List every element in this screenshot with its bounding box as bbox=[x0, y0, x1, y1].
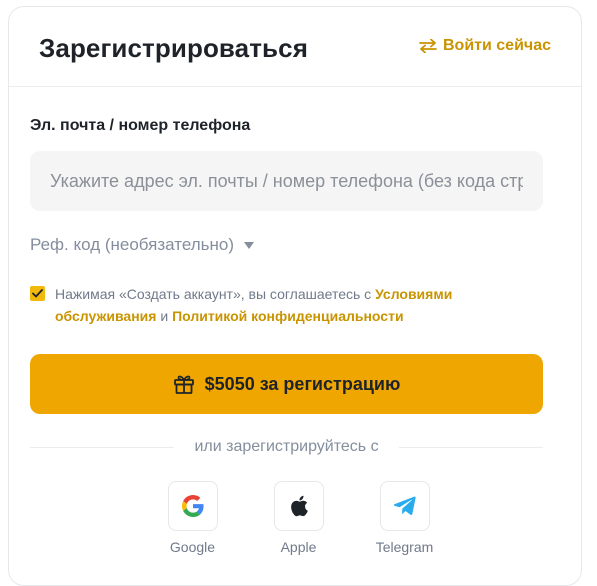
apple-icon bbox=[290, 495, 308, 517]
apple-label: Apple bbox=[280, 539, 317, 555]
telegram-label: Telegram bbox=[375, 539, 434, 555]
telegram-signup[interactable]: Telegram bbox=[352, 481, 458, 555]
terms-consent: Нажимая «Создать аккаунт», вы соглашаете… bbox=[30, 283, 543, 327]
checkmark-icon bbox=[32, 289, 43, 298]
google-icon bbox=[181, 495, 204, 517]
divider-line-right bbox=[398, 446, 544, 448]
telegram-icon bbox=[393, 496, 416, 515]
google-signup[interactable]: Google bbox=[140, 481, 246, 555]
divider-text: или зарегистрируйтесь с bbox=[194, 438, 379, 455]
terms-checkbox[interactable] bbox=[30, 286, 45, 301]
email-phone-label: Эл. почта / номер телефона bbox=[30, 117, 251, 134]
create-account-label: $5050 за регистрацию bbox=[204, 373, 401, 394]
caret-down-icon bbox=[244, 241, 254, 249]
header: Зарегистрироваться Войти сейчас bbox=[9, 7, 581, 87]
page-title: Зарегистрироваться bbox=[39, 33, 308, 63]
swap-arrows-icon bbox=[419, 39, 437, 53]
login-link-label: Войти сейчас bbox=[443, 37, 551, 54]
google-label: Google bbox=[169, 539, 216, 555]
telegram-signup-button[interactable] bbox=[379, 481, 430, 531]
social-divider: или зарегистрируйтесь с bbox=[30, 438, 544, 456]
consent-text: Нажимая «Создать аккаунт», вы соглашаете… bbox=[55, 283, 543, 327]
referral-code-label: Реф. код (необязательно) bbox=[30, 235, 234, 254]
email-phone-field[interactable] bbox=[30, 151, 543, 211]
social-signup-list: Google Apple Telegram bbox=[0, 481, 597, 555]
email-phone-input[interactable] bbox=[30, 151, 543, 211]
google-signup-button[interactable] bbox=[167, 481, 218, 531]
referral-code-toggle[interactable]: Реф. код (необязательно) bbox=[30, 235, 254, 255]
apple-signup[interactable]: Apple bbox=[246, 481, 352, 555]
consent-prefix: Нажимая «Создать аккаунт», вы соглашаете… bbox=[55, 286, 376, 302]
privacy-policy-link[interactable]: Политикой конфиденциальности bbox=[172, 308, 404, 324]
divider-line-left bbox=[30, 446, 175, 448]
login-now-link[interactable]: Войти сейчас bbox=[419, 37, 551, 55]
consent-conjunction: и bbox=[156, 308, 173, 324]
create-account-button[interactable]: $5050 за регистрацию bbox=[30, 354, 543, 414]
gift-icon bbox=[173, 375, 194, 394]
apple-signup-button[interactable] bbox=[273, 481, 324, 531]
